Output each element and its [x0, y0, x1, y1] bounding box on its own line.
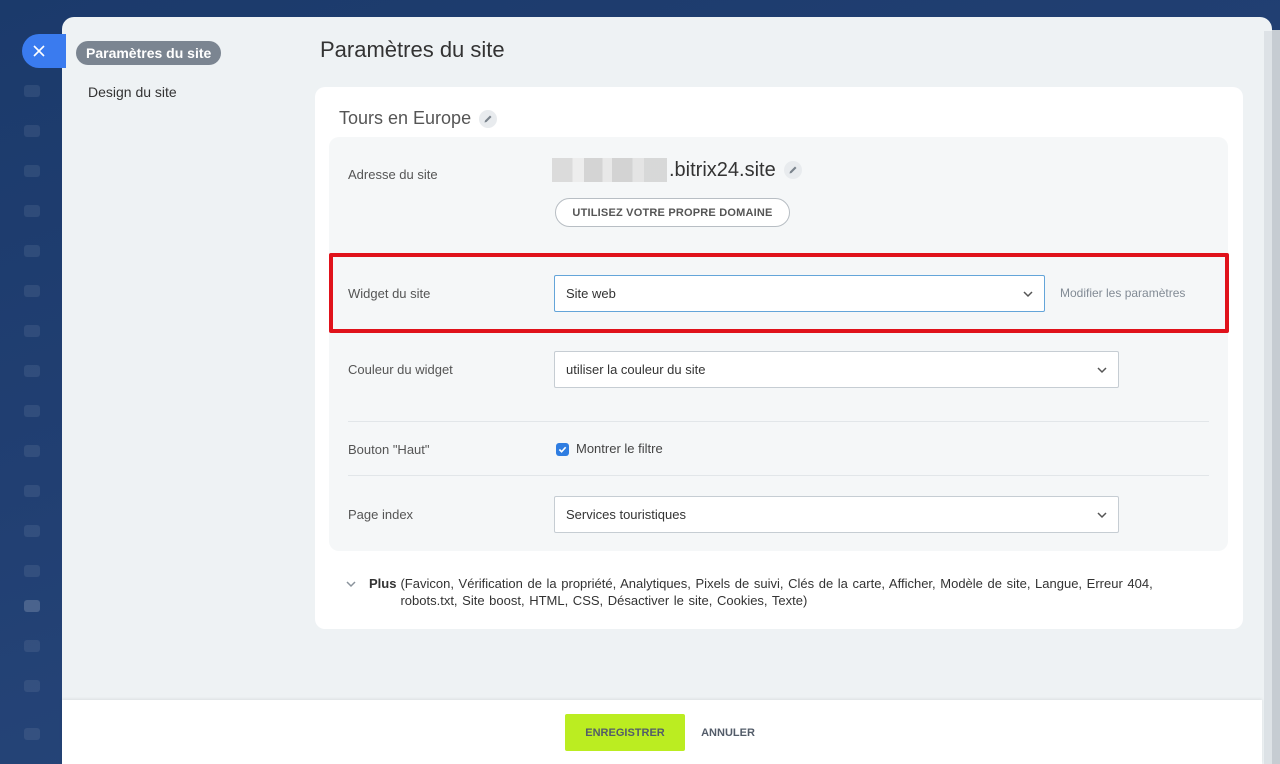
- save-button[interactable]: ENREGISTRER: [565, 714, 685, 751]
- show-filter-label[interactable]: Montrer le filtre: [576, 441, 663, 456]
- sidebar-icon: [24, 365, 40, 377]
- chevron-down-icon: [1023, 291, 1033, 298]
- sidebar-icon: [24, 525, 40, 537]
- sidebar-icon: [24, 600, 40, 612]
- blurred-subdomain: [552, 158, 667, 182]
- show-filter-checkbox[interactable]: [556, 443, 569, 456]
- sidebar-icon: [24, 405, 40, 417]
- chevron-down-icon: [346, 581, 356, 588]
- close-slider-button[interactable]: [22, 34, 66, 68]
- sidebar-icon: [24, 245, 40, 257]
- sidebar-icon: [24, 640, 40, 652]
- settings-card: Tours en Europe Adresse du site .bitrix2…: [315, 87, 1243, 629]
- menu-item-site-settings[interactable]: Paramètres du site: [76, 41, 222, 65]
- sidebar-icon: [24, 565, 40, 577]
- edit-pencil-icon[interactable]: [479, 109, 498, 128]
- index-page-label: Page index: [348, 507, 414, 522]
- site-name: Tours en Europe: [339, 108, 498, 129]
- divider: [348, 421, 1209, 422]
- checkmark-icon: [558, 446, 567, 453]
- footer-bar: ENREGISTRER ANNULER: [62, 700, 1262, 764]
- divider: [348, 475, 1209, 476]
- close-icon: [33, 45, 45, 57]
- menu-item-site-design[interactable]: Design du site: [76, 84, 286, 100]
- page-title: Paramètres du site: [320, 37, 505, 62]
- sidebar-icon: [24, 285, 40, 297]
- sidebar-icon: [24, 205, 40, 217]
- chevron-down-icon: [1097, 512, 1107, 519]
- sidebar-icon: [24, 325, 40, 337]
- sidebar-icon: [24, 165, 40, 177]
- cancel-button[interactable]: ANNULER: [692, 714, 764, 751]
- sidebar-icon: [24, 445, 40, 457]
- sidebar-icon: [24, 125, 40, 137]
- widget-color-select[interactable]: utiliser la couleur du site: [554, 351, 1119, 388]
- widget-label: Widget du site: [348, 286, 431, 301]
- page-scrollbar[interactable]: [1272, 30, 1280, 764]
- top-button-label: Bouton "Haut": [348, 442, 430, 457]
- site-address-label: Adresse du site: [348, 167, 438, 182]
- modify-settings-link[interactable]: Modifier les paramètres: [1060, 286, 1185, 300]
- edit-pencil-icon[interactable]: [783, 161, 802, 179]
- use-own-domain-button[interactable]: UTILISEZ VOTRE PROPRE DOMAINE: [555, 198, 790, 227]
- domain-suffix: .bitrix24.site: [669, 158, 776, 181]
- widget-select-value: Site web: [566, 286, 616, 301]
- sidebar-icon: [24, 85, 40, 97]
- sidebar-icon: [24, 485, 40, 497]
- more-title: Plus: [369, 576, 397, 591]
- widget-select[interactable]: Site web: [554, 275, 1045, 312]
- settings-slider: Paramètres du site Design du site Paramè…: [62, 17, 1272, 764]
- more-items-list: (Favicon, Vérification de la propriété, …: [400, 576, 1153, 608]
- index-page-value: Services touristiques: [566, 507, 686, 522]
- settings-panel: Adresse du site .bitrix24.site UTILISEZ …: [329, 137, 1229, 551]
- sidebar-icon: [24, 680, 40, 692]
- slider-scrollbar[interactable]: [1264, 31, 1272, 764]
- left-menu: Paramètres du site Design du site: [76, 41, 286, 100]
- background-sidebar: [0, 0, 62, 764]
- index-page-select[interactable]: Services touristiques: [554, 496, 1119, 533]
- site-domain: .bitrix24.site: [552, 158, 802, 182]
- widget-color-value: utiliser la couleur du site: [566, 362, 706, 377]
- chevron-down-icon: [1097, 367, 1107, 374]
- sidebar-icon: [24, 728, 40, 740]
- widget-color-label: Couleur du widget: [348, 362, 453, 377]
- site-name-text: Tours en Europe: [339, 108, 472, 128]
- more-settings-toggle[interactable]: Plus (Favicon, Vérification de la propri…: [345, 575, 1205, 609]
